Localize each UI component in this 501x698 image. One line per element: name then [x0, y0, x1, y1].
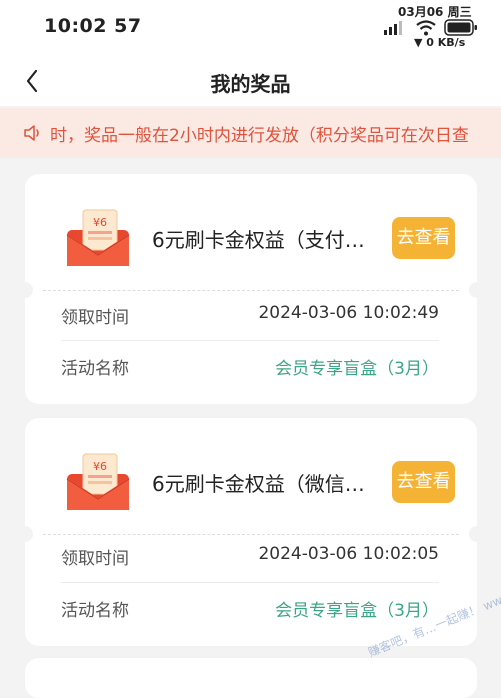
speaker-icon [24, 125, 39, 141]
claim-time-value: 2024-03-06 10:02:05 [258, 544, 439, 564]
status-bar: 10:02 57 03月06 周三 ▼ 0 KB/s [0, 0, 501, 56]
claim-time-label: 领取时间 [61, 308, 129, 328]
notice-banner[interactable]: 时，奖品一般在2小时内进行发放（积分奖品可在次日查 [0, 108, 501, 158]
status-net-speed: ▼ 0 KB/s [414, 36, 466, 49]
activity-label: 活动名称 [61, 601, 129, 621]
card-divider [43, 290, 459, 291]
row-divider [61, 582, 439, 583]
svg-text:¥6: ¥6 [93, 460, 107, 473]
claim-time-label: 领取时间 [61, 549, 129, 569]
row-divider [61, 340, 439, 341]
card-notch-left [17, 526, 33, 542]
battery-icon [444, 19, 477, 36]
wifi-icon [416, 20, 436, 36]
card-notch-left [17, 282, 33, 298]
activity-row: 活动名称 会员专享盲盒（3月） [61, 596, 439, 622]
claim-time-row: 领取时间 2024-03-06 10:02:49 [61, 303, 439, 329]
prize-card: ¥6 6元刷卡金权益（支付… 去查看 领取时间 2024-03-06 10:02… [17, 174, 485, 404]
status-time: 10:02 57 [44, 15, 142, 37]
activity-row: 活动名称 会员专享盲盒（3月） [61, 354, 439, 380]
claim-time-value: 2024-03-06 10:02:49 [258, 303, 439, 323]
card-divider [43, 534, 459, 535]
status-icons [384, 19, 477, 36]
card-notch-right [469, 282, 485, 298]
prize-card-partial [25, 658, 477, 698]
activity-value[interactable]: 会员专享盲盒（3月） [275, 596, 439, 621]
signal-icon [384, 21, 402, 35]
red-envelope-icon: ¥6 [66, 209, 130, 266]
activity-value[interactable]: 会员专享盲盒（3月） [275, 354, 439, 379]
claim-time-row: 领取时间 2024-03-06 10:02:05 [61, 544, 439, 570]
card-notch-right [469, 526, 485, 542]
page-title: 我的奖品 [210, 72, 291, 96]
nav-bar: 我的奖品 [0, 56, 501, 106]
prize-card: ¥6 6元刷卡金权益（微信… 去查看 领取时间 2024-03-06 10:02… [17, 418, 485, 646]
activity-label: 活动名称 [61, 359, 129, 379]
svg-text:¥6: ¥6 [93, 216, 107, 229]
prize-name: 6元刷卡金权益（支付… [152, 228, 365, 252]
view-button[interactable]: 去查看 [392, 217, 455, 259]
red-envelope-icon: ¥6 [66, 453, 130, 510]
prize-name: 6元刷卡金权益（微信… [152, 472, 365, 496]
notice-text: 时，奖品一般在2小时内进行发放（积分奖品可在次日查 [50, 126, 469, 146]
view-button[interactable]: 去查看 [392, 461, 455, 503]
